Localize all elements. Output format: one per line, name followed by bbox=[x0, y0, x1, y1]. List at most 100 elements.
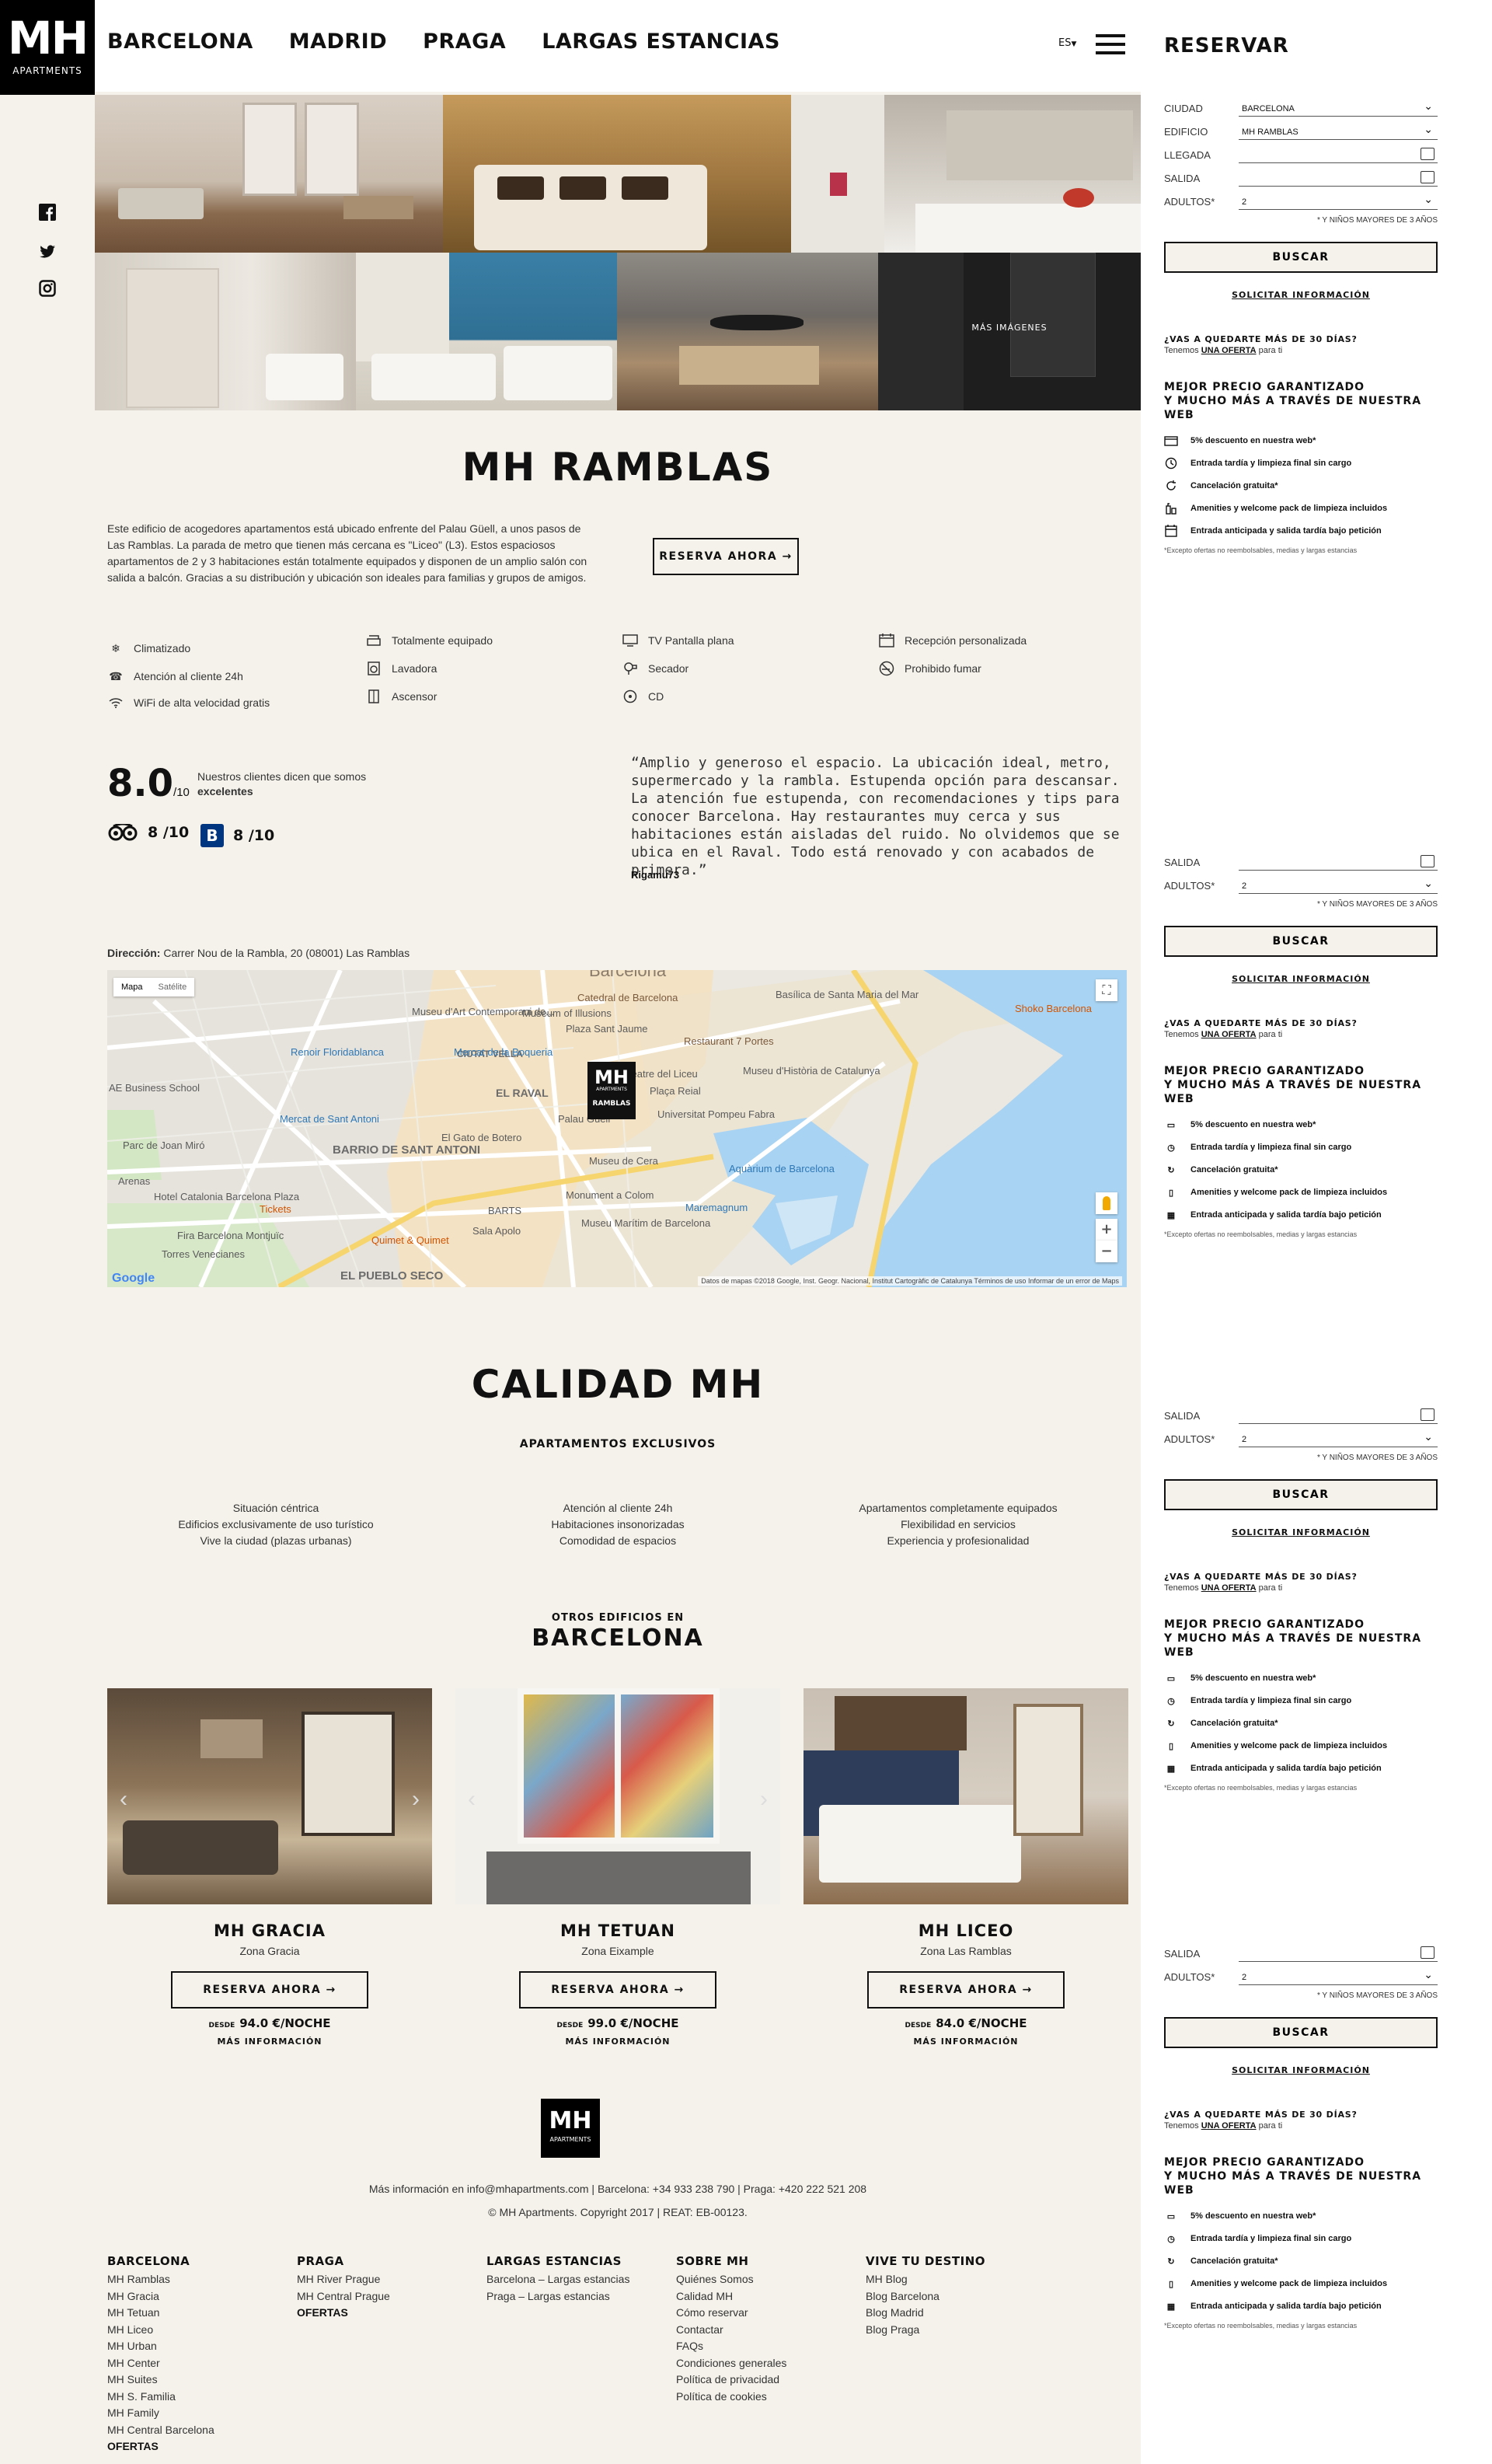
footer-link[interactable]: MH Urban bbox=[107, 2338, 214, 2355]
map-attribution[interactable]: Datos de mapas ©2018 Google, Inst. Geogr… bbox=[698, 1276, 1122, 1286]
footer-link[interactable]: Contactar bbox=[676, 2322, 786, 2339]
footer-logo[interactable]: MH APARTMENTS bbox=[541, 2099, 600, 2158]
reserva-ahora-button[interactable]: RESERVA AHORA → bbox=[867, 1971, 1065, 2009]
zoom-out-button[interactable]: − bbox=[1096, 1241, 1117, 1262]
footer-link[interactable]: Barcelona – Largas estancias bbox=[486, 2271, 629, 2288]
building-price: DESDE 84.0 €/NOCHE bbox=[804, 2016, 1128, 2030]
footer-link[interactable]: Política de cookies bbox=[676, 2389, 786, 2406]
adultos-select[interactable]: 2 ⌄ bbox=[1239, 193, 1438, 210]
footer-link[interactable]: MH S. Familia bbox=[107, 2389, 214, 2406]
map-canvas[interactable]: Barcelona EL RAVAL BARRIO DE SANT ANTONI… bbox=[107, 970, 1127, 1287]
ciudad-select[interactable]: BARCELONA ⌄ bbox=[1239, 99, 1438, 117]
hamburger-icon[interactable] bbox=[1096, 34, 1125, 54]
chevron-right-icon[interactable]: › bbox=[412, 1786, 420, 1813]
footer-link[interactable]: Praga – Largas estancias bbox=[486, 2288, 629, 2305]
building-photo[interactable]: ‹ › bbox=[455, 1688, 780, 1904]
salida-date-input[interactable] bbox=[1239, 1945, 1438, 1962]
reserva-ahora-button[interactable]: RESERVA AHORA → bbox=[653, 538, 799, 575]
mas-informacion-link[interactable]: MÁS INFORMACIÓN bbox=[107, 2036, 432, 2047]
buscar-button[interactable]: BUSCAR bbox=[1164, 2017, 1438, 2048]
long-stay-offer-link[interactable]: UNA OFERTA bbox=[1201, 2121, 1257, 2131]
footer-link[interactable]: MH Central Barcelona bbox=[107, 2422, 214, 2439]
salida-date-input[interactable] bbox=[1239, 169, 1438, 187]
logo[interactable]: MH APARTMENTS bbox=[0, 0, 95, 95]
twitter-icon[interactable] bbox=[39, 243, 56, 260]
footer-link[interactable]: MH Ramblas bbox=[107, 2271, 214, 2288]
footer-link[interactable]: MH Central Prague bbox=[297, 2288, 390, 2305]
map-pin[interactable]: MH APARTMENTS RAMBLAS bbox=[587, 1062, 636, 1119]
map-tab-satelite[interactable]: Satélite bbox=[151, 978, 195, 996]
perk-label: Cancelación gratuita* bbox=[1190, 481, 1278, 490]
tripadvisor-rating[interactable]: 8 /10 bbox=[107, 824, 189, 841]
building-photo[interactable]: ‹ › bbox=[107, 1688, 432, 1904]
nav-praga[interactable]: PRAGA bbox=[423, 31, 506, 52]
footer-link[interactable]: Cómo reservar bbox=[676, 2305, 786, 2322]
footer-link[interactable]: Blog Praga bbox=[866, 2322, 985, 2339]
footer-link[interactable]: Quiénes Somos bbox=[676, 2271, 786, 2288]
solicitar-informacion-link[interactable]: SOLICITAR INFORMACIÓN bbox=[1164, 974, 1438, 984]
footer-link[interactable]: MH Gracia bbox=[107, 2288, 214, 2305]
footer-link[interactable]: MH Tetuan bbox=[107, 2305, 214, 2322]
booking-rating[interactable]: B 8 /10 bbox=[200, 824, 274, 847]
reserva-ahora-button[interactable]: RESERVA AHORA → bbox=[519, 1971, 716, 2009]
salida-date-input[interactable] bbox=[1239, 853, 1438, 871]
solicitar-informacion-link[interactable]: SOLICITAR INFORMACIÓN bbox=[1164, 2065, 1438, 2075]
chevron-left-icon[interactable]: ‹ bbox=[120, 1786, 127, 1813]
footer-link[interactable]: Condiciones generales bbox=[676, 2355, 786, 2372]
gallery-photo-twin-room[interactable] bbox=[356, 253, 617, 410]
chevron-right-icon[interactable]: › bbox=[760, 1786, 768, 1813]
salida-date-input[interactable] bbox=[1239, 1407, 1438, 1424]
zoom-in-button[interactable]: + bbox=[1096, 1219, 1117, 1241]
solicitar-informacion-link[interactable]: SOLICITAR INFORMACIÓN bbox=[1164, 1527, 1438, 1537]
long-stay-offer-link[interactable]: UNA OFERTA bbox=[1201, 1583, 1257, 1593]
edificio-select[interactable]: MH RAMBLAS ⌄ bbox=[1239, 123, 1438, 140]
gallery-photo-kitchen[interactable] bbox=[791, 95, 1141, 253]
footer-link[interactable]: MH Suites bbox=[107, 2372, 214, 2389]
long-stay-offer-link[interactable]: UNA OFERTA bbox=[1201, 1030, 1257, 1039]
footer-link[interactable]: MH Family bbox=[107, 2405, 214, 2422]
chevron-left-icon[interactable]: ‹ bbox=[468, 1786, 476, 1813]
footer-link[interactable]: FAQs bbox=[676, 2338, 786, 2355]
fullscreen-icon[interactable]: ⛶ bbox=[1096, 979, 1117, 1001]
language-selector[interactable]: ES▼ bbox=[1058, 37, 1076, 49]
gallery-photo-bathroom[interactable] bbox=[95, 253, 356, 410]
gallery-more-images[interactable]: MÁS IMÁGENES bbox=[878, 253, 1141, 410]
gallery-photo-bedroom[interactable] bbox=[443, 95, 791, 253]
buscar-button[interactable]: BUSCAR bbox=[1164, 926, 1438, 957]
building-photo[interactable] bbox=[804, 1688, 1128, 1904]
llegada-date-input[interactable] bbox=[1239, 146, 1438, 163]
nav-madrid[interactable]: MADRID bbox=[289, 31, 387, 52]
adultos-select[interactable]: 2 ⌄ bbox=[1239, 1430, 1438, 1447]
footer-link-ofertas[interactable]: OFERTAS bbox=[107, 2438, 214, 2455]
pegman-icon[interactable] bbox=[1096, 1192, 1117, 1214]
buscar-button[interactable]: BUSCAR bbox=[1164, 242, 1438, 273]
mas-informacion-link[interactable]: MÁS INFORMACIÓN bbox=[804, 2036, 1128, 2047]
nav-barcelona[interactable]: BARCELONA bbox=[107, 31, 253, 52]
long-stay-title: ¿VAS A QUEDARTE MÁS DE 30 DÍAS? bbox=[1164, 1572, 1358, 1582]
footer-link[interactable]: Blog Madrid bbox=[866, 2305, 985, 2322]
reserva-ahora-button[interactable]: RESERVA AHORA → bbox=[171, 1971, 368, 2009]
footer-link[interactable]: Blog Barcelona bbox=[866, 2288, 985, 2305]
facebook-icon[interactable] bbox=[39, 204, 56, 221]
footer-link-ofertas[interactable]: OFERTAS bbox=[297, 2305, 390, 2322]
calendar-icon bbox=[1421, 1946, 1434, 1959]
solicitar-informacion-link[interactable]: SOLICITAR INFORMACIÓN bbox=[1164, 290, 1438, 300]
adultos-select[interactable]: 2 ⌄ bbox=[1239, 1968, 1438, 1985]
google-map[interactable]: Barcelona EL RAVAL BARRIO DE SANT ANTONI… bbox=[107, 970, 1127, 1287]
buscar-button[interactable]: BUSCAR bbox=[1164, 1479, 1438, 1510]
mas-informacion-link[interactable]: MÁS INFORMACIÓN bbox=[455, 2036, 780, 2047]
long-stay-offer-link[interactable]: UNA OFERTA bbox=[1201, 346, 1257, 355]
footer-link[interactable]: MH Blog bbox=[866, 2271, 985, 2288]
footer-link[interactable]: MH Center bbox=[107, 2355, 214, 2372]
footer-link[interactable]: MH Liceo bbox=[107, 2322, 214, 2339]
instagram-icon[interactable] bbox=[39, 280, 56, 297]
footer-link[interactable]: MH River Prague bbox=[297, 2271, 390, 2288]
footer-link[interactable]: Calidad MH bbox=[676, 2288, 786, 2305]
map-tab-mapa[interactable]: Mapa bbox=[113, 978, 151, 996]
footer-link[interactable]: Política de privacidad bbox=[676, 2372, 786, 2389]
gallery-photo-dining[interactable] bbox=[617, 253, 878, 410]
adultos-select[interactable]: 2 ⌄ bbox=[1239, 877, 1438, 894]
nav-largas-estancias[interactable]: LARGAS ESTANCIAS bbox=[542, 31, 780, 52]
gallery-photo-living[interactable] bbox=[95, 95, 443, 253]
chevron-down-icon: ⌄ bbox=[1424, 1430, 1433, 1443]
